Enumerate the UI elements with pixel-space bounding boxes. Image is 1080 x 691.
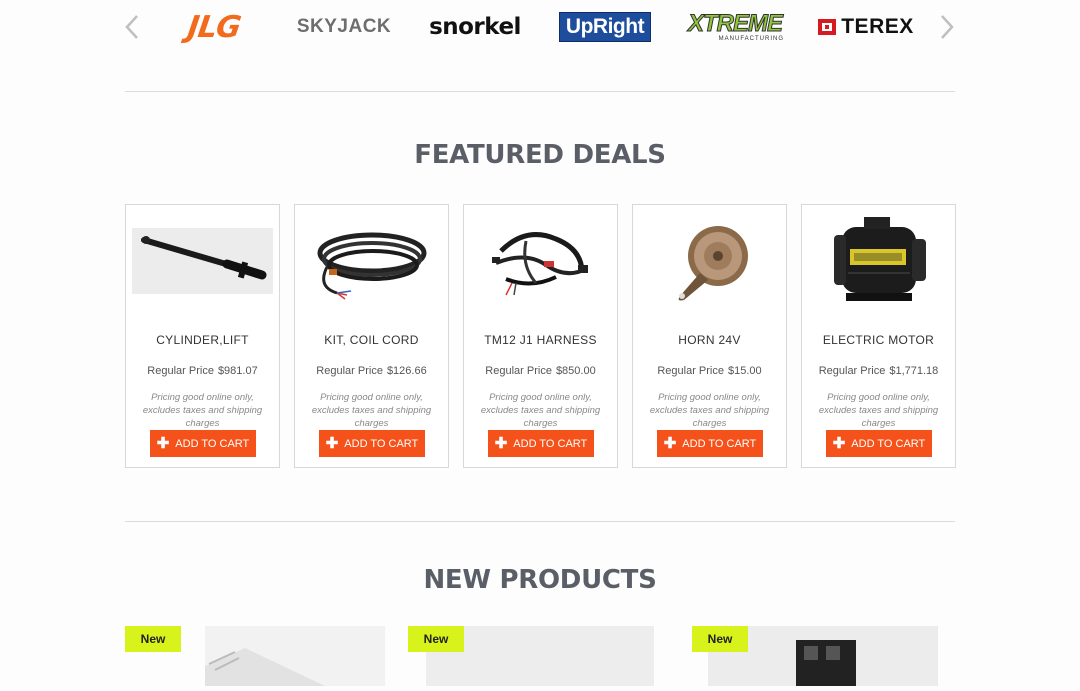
product-card: HORN 24V Regular Price $15.00 Pricing goo…: [632, 204, 787, 468]
product-image[interactable]: [470, 215, 611, 307]
electric-motor-icon: [833, 217, 926, 301]
new-product-card[interactable]: New: [408, 626, 654, 686]
brand-logo-skyjack[interactable]: SKYJACK: [288, 8, 400, 46]
new-badge: New: [692, 626, 748, 652]
brand-logo-xtreme[interactable]: XTREME MANUFACTURING: [680, 8, 790, 46]
product-image[interactable]: [205, 626, 385, 686]
product-name[interactable]: ELECTRIC MOTOR: [802, 333, 955, 347]
product-card: KIT, COIL CORD Regular Price $126.66 Pric…: [294, 204, 449, 468]
brand-logo-upright[interactable]: UpRight: [558, 8, 652, 46]
section-divider: [125, 521, 955, 522]
new-badge: New: [408, 626, 464, 652]
section-divider: [125, 91, 955, 92]
product-image[interactable]: [132, 215, 273, 307]
add-to-cart-button[interactable]: ✚ ADD TO CART: [319, 430, 425, 457]
add-to-cart-button[interactable]: ✚ ADD TO CART: [488, 430, 594, 457]
pricing-note: Pricing good online only, excludes taxes…: [649, 392, 770, 429]
wire-harness-icon: [491, 232, 588, 296]
pricing-note: Pricing good online only, excludes taxes…: [818, 392, 939, 429]
product-card: TM12 J1 HARNESS Regular Price $850.00 Pri…: [463, 204, 618, 468]
product-price: Regular Price $850.00: [485, 365, 596, 377]
product-card: ELECTRIC MOTOR Regular Price $1,771.18 Pr…: [801, 204, 956, 468]
horn-icon: [678, 226, 748, 301]
featured-deals-grid: CYLINDER,LIFT Regular Price $981.07 Prici…: [125, 204, 956, 468]
new-products-title: NEW PRODUCTS: [423, 565, 657, 595]
new-product-card[interactable]: New: [692, 626, 940, 686]
terex-mark-icon: [818, 19, 837, 35]
pricing-note: Pricing good online only, excludes taxes…: [311, 392, 432, 429]
brand-logo-terex[interactable]: TEREX: [812, 8, 920, 46]
plus-icon: ✚: [156, 435, 170, 452]
product-price: Regular Price $15.00: [657, 365, 762, 377]
new-badge: New: [125, 626, 181, 652]
product-card: CYLINDER,LIFT Regular Price $981.07 Prici…: [125, 204, 280, 468]
plus-icon: ✚: [663, 435, 677, 452]
product-name[interactable]: TM12 J1 HARNESS: [464, 333, 617, 347]
carousel-prev-button[interactable]: [120, 12, 144, 42]
product-image[interactable]: [301, 215, 442, 307]
product-price: Regular Price $1,771.18: [818, 365, 939, 377]
pricing-note: Pricing good online only, excludes taxes…: [480, 392, 601, 429]
product-thumbnail-icon: [205, 648, 325, 686]
product-image[interactable]: [808, 215, 949, 307]
carousel-next-button[interactable]: [935, 12, 959, 42]
chevron-right-icon: [941, 15, 954, 39]
plus-icon: ✚: [325, 435, 339, 452]
add-to-cart-button[interactable]: ✚ ADD TO CART: [826, 430, 932, 457]
plus-icon: ✚: [494, 435, 508, 452]
brand-logo-jlg[interactable]: JLG: [172, 8, 256, 46]
product-name[interactable]: KIT, COIL CORD: [295, 333, 448, 347]
brand-logo-snorkel[interactable]: snorkel: [418, 8, 532, 46]
brand-carousel: JLG SKYJACK snorkel UpRight XTREME MANUF…: [0, 0, 1080, 56]
pricing-note: Pricing good online only, excludes taxes…: [142, 392, 263, 429]
coil-cord-icon: [317, 232, 426, 300]
featured-deals-title: FEATURED DEALS: [414, 140, 666, 170]
hydraulic-cylinder-icon: [132, 228, 273, 294]
product-name[interactable]: CYLINDER,LIFT: [126, 333, 279, 347]
product-price: Regular Price $126.66: [316, 365, 427, 377]
product-name[interactable]: HORN 24V: [633, 333, 786, 347]
chevron-left-icon: [125, 15, 138, 39]
product-image[interactable]: [639, 215, 780, 307]
plus-icon: ✚: [832, 435, 846, 452]
new-product-card[interactable]: New: [125, 626, 395, 686]
add-to-cart-button[interactable]: ✚ ADD TO CART: [150, 430, 256, 457]
product-price: Regular Price $981.07: [147, 365, 258, 377]
add-to-cart-button[interactable]: ✚ ADD TO CART: [657, 430, 763, 457]
